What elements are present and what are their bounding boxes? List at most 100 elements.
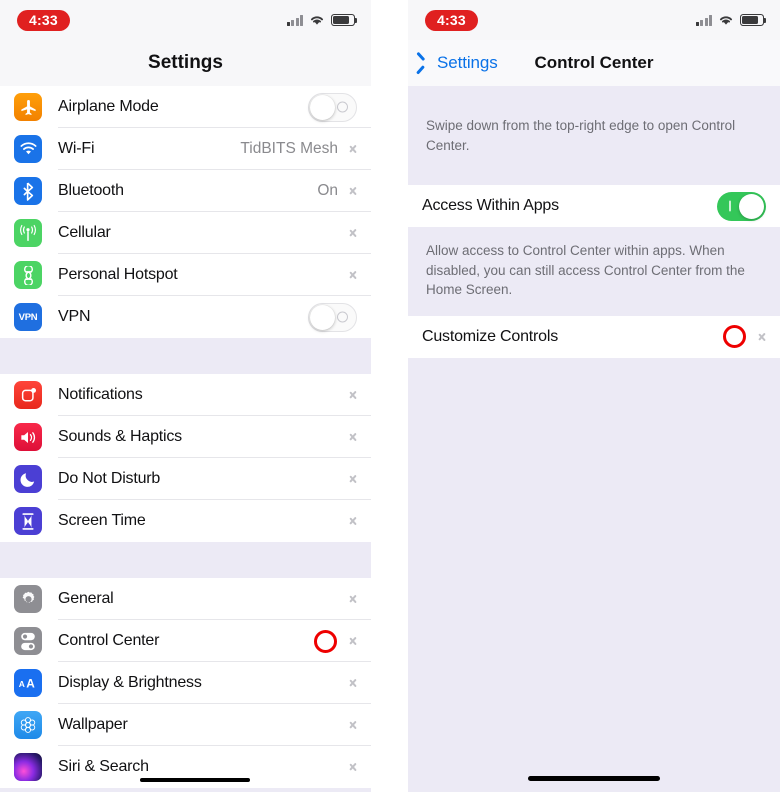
airplane-mode-toggle[interactable] (308, 92, 357, 122)
row-label: Customize Controls (422, 327, 559, 345)
row-label: General (58, 590, 114, 607)
sidebar-item-notifications[interactable]: Notifications (0, 374, 371, 416)
row-label: Screen Time (58, 512, 146, 529)
display-icon: A A (14, 669, 42, 697)
sidebar-item-airplane-mode[interactable]: Airplane Mode (0, 86, 371, 128)
group-spacer (0, 542, 371, 578)
chevron-right-icon (349, 760, 357, 774)
wallpaper-icon (14, 711, 42, 739)
row-customize-controls[interactable]: Customize Controls (408, 315, 780, 358)
siri-icon (14, 753, 42, 781)
row-label: Wallpaper (58, 716, 128, 733)
chevron-left-icon (422, 54, 433, 72)
chevron-right-icon (349, 634, 357, 648)
row-label: Personal Hotspot (58, 266, 178, 283)
back-button[interactable]: Settings (422, 53, 498, 73)
control-center-scroll-area[interactable]: Swipe down from the top-right edge to op… (408, 86, 780, 792)
wifi-icon (309, 14, 325, 26)
back-button-label: Settings (437, 53, 498, 72)
sidebar-item-wifi[interactable]: Wi-Fi TidBITS Mesh (0, 128, 371, 170)
row-label: Control Center (58, 632, 160, 649)
footer-description-note: Allow access to Control Center within ap… (408, 227, 780, 316)
sidebar-item-sounds-haptics[interactable]: Sounds & Haptics (0, 416, 371, 458)
row-label: Sounds & Haptics (58, 428, 182, 445)
chevron-right-icon (349, 718, 357, 732)
sidebar-item-do-not-disturb[interactable]: Do Not Disturb (0, 458, 371, 500)
sidebar-item-control-center[interactable]: Control Center (0, 620, 371, 662)
row-label: Bluetooth (58, 182, 124, 199)
iphone-control-center-screen: 4:33 Settings Control Center Swipe down … (408, 0, 780, 792)
settings-group-system: General Control Center A A Display & Bri… (0, 578, 371, 788)
status-bar-left: 4:33 (0, 0, 371, 40)
row-label: Wi-Fi (58, 140, 95, 157)
sidebar-item-wallpaper[interactable]: Wallpaper (0, 704, 371, 746)
row-label: Airplane Mode (58, 98, 159, 115)
cellular-signal-icon (695, 14, 712, 26)
do-not-disturb-icon (14, 465, 42, 493)
redaction-bar (140, 778, 250, 782)
row-label: Display & Brightness (58, 674, 202, 691)
bluetooth-icon (14, 177, 42, 205)
airplane-icon (14, 93, 42, 121)
row-value: TidBITS Mesh (240, 140, 338, 157)
settings-group-alerts: Notifications Sounds & Haptics Do Not Di… (0, 374, 371, 542)
wifi-icon (14, 135, 42, 163)
sidebar-item-personal-hotspot[interactable]: Personal Hotspot (0, 254, 371, 296)
svg-text:A: A (19, 679, 25, 689)
status-indicators (286, 14, 358, 26)
settings-scroll-area[interactable]: Airplane Mode Wi-Fi TidBITS Mesh Bluetoo… (0, 86, 371, 792)
access-within-apps-toggle[interactable] (717, 191, 766, 221)
screen-time-icon (14, 507, 42, 535)
vpn-toggle[interactable] (308, 302, 357, 332)
chevron-right-icon (758, 330, 766, 344)
row-access-within-apps[interactable]: Access Within Apps (408, 185, 780, 228)
chevron-right-icon (349, 226, 357, 240)
chevron-right-icon (349, 676, 357, 690)
chevron-right-icon (349, 388, 357, 402)
settings-group-connectivity: Airplane Mode Wi-Fi TidBITS Mesh Bluetoo… (0, 86, 371, 338)
sidebar-item-vpn[interactable]: VPN VPN (0, 296, 371, 338)
sidebar-item-cellular[interactable]: Cellular (0, 212, 371, 254)
chevron-right-icon (349, 592, 357, 606)
svg-text:A: A (26, 677, 35, 691)
chevron-right-icon (349, 142, 357, 156)
sounds-icon (14, 423, 42, 451)
control-center-icon (14, 627, 42, 655)
notifications-icon (14, 381, 42, 409)
battery-icon (331, 14, 358, 26)
top-description-note: Swipe down from the top-right edge to op… (408, 86, 780, 186)
status-time: 4:33 (17, 9, 70, 31)
hotspot-icon (14, 261, 42, 289)
sidebar-item-display-brightness[interactable]: A A Display & Brightness (0, 662, 371, 704)
vpn-icon: VPN (14, 303, 42, 331)
sidebar-item-screen-time[interactable]: Screen Time (0, 500, 371, 542)
sidebar-item-bluetooth[interactable]: Bluetooth On (0, 170, 371, 212)
row-label: VPN (58, 308, 91, 325)
chevron-right-icon (349, 268, 357, 282)
status-time: 4:33 (425, 9, 478, 31)
status-bar-right: 4:33 (408, 0, 780, 40)
home-indicator (528, 776, 660, 781)
row-label: Access Within Apps (422, 197, 559, 215)
general-gear-icon (14, 585, 42, 613)
cellular-icon (14, 219, 42, 247)
annotation-circle-control-center (314, 629, 337, 653)
sidebar-item-siri-search[interactable]: Siri & Search (0, 746, 371, 788)
page-title: Settings (0, 40, 371, 86)
chevron-right-icon (349, 472, 357, 486)
row-value: On (317, 182, 338, 199)
chevron-right-icon (349, 514, 357, 528)
sidebar-item-general[interactable]: General (0, 578, 371, 620)
row-label: Cellular (58, 224, 111, 241)
annotation-circle-customize-controls (723, 325, 746, 349)
cellular-signal-icon (286, 14, 303, 26)
row-label: Notifications (58, 386, 143, 403)
customize-controls-group: Customize Controls (408, 315, 780, 358)
chevron-right-icon (349, 184, 357, 198)
battery-icon (740, 14, 767, 26)
row-label: Do Not Disturb (58, 470, 161, 487)
status-indicators (695, 14, 767, 26)
screenshot-stage: 4:33 Settings Airplane Mode Wi-Fi TidBIT… (0, 0, 780, 792)
wifi-icon (718, 14, 734, 26)
chevron-right-icon (349, 430, 357, 444)
